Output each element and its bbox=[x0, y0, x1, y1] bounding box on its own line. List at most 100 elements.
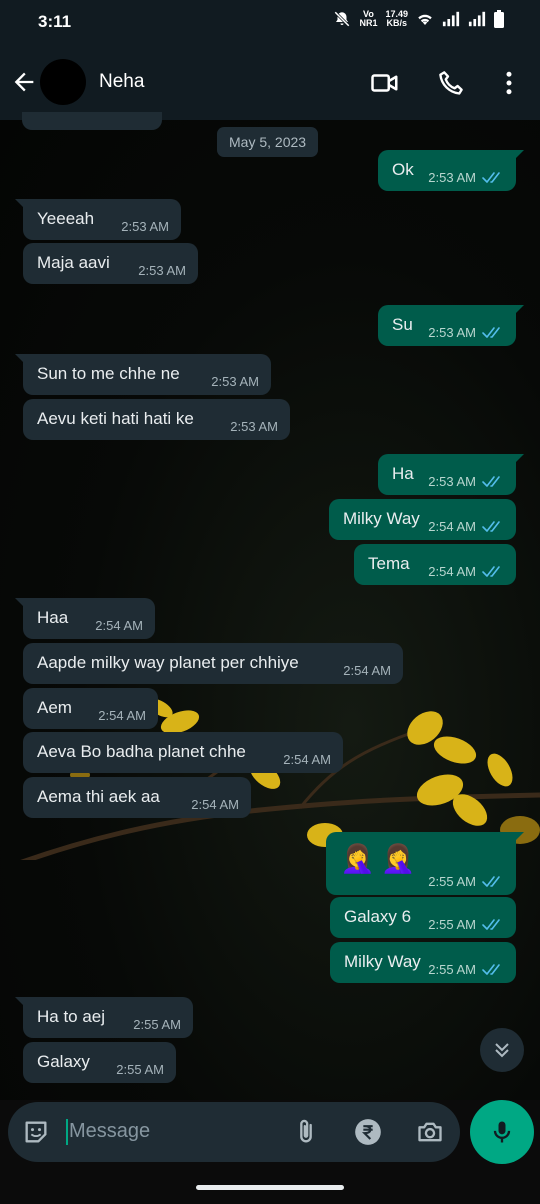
video-camera-icon[interactable] bbox=[370, 68, 400, 98]
contact-name[interactable]: Neha bbox=[99, 71, 144, 93]
outgoing-message[interactable]: Milky Way 2:54 AM bbox=[329, 499, 516, 540]
rupee-icon[interactable] bbox=[354, 1118, 382, 1146]
incoming-message[interactable]: Yeeeah 2:53 AM bbox=[15, 199, 181, 240]
double-check-icon bbox=[482, 919, 500, 930]
bubble-tail bbox=[15, 199, 27, 211]
speed-unit: KB/s bbox=[386, 18, 407, 28]
double-check-icon bbox=[482, 566, 500, 577]
scroll-to-bottom-button[interactable] bbox=[480, 1028, 524, 1072]
outgoing-message[interactable]: 🤦‍♀️🤦‍♀️ 2:55 AM bbox=[326, 832, 524, 895]
message-time: 2:53 AM bbox=[428, 474, 476, 489]
chat-header: Neha bbox=[0, 44, 540, 120]
message-time: 2:53 AM bbox=[138, 263, 186, 278]
incoming-message[interactable]: Aem 2:54 AM bbox=[23, 688, 158, 729]
avatar[interactable] bbox=[40, 59, 86, 105]
message-time: 2:55 AM bbox=[428, 962, 476, 977]
double-check-icon bbox=[482, 521, 500, 532]
outgoing-message[interactable]: Tema 2:54 AM bbox=[354, 544, 516, 585]
message-text: Aema thi aek aa bbox=[37, 787, 160, 806]
wifi-icon bbox=[418, 14, 432, 25]
message-time: 2:55 AM bbox=[133, 1017, 181, 1032]
voice-record-button[interactable] bbox=[470, 1100, 534, 1164]
message-text: Ha to aej bbox=[37, 1007, 106, 1026]
incoming-message[interactable]: Maja aavi 2:53 AM bbox=[23, 243, 198, 284]
message-text: Tema bbox=[368, 554, 410, 573]
arrow-left-icon[interactable] bbox=[10, 68, 38, 96]
incoming-message[interactable]: Aeva Bo badha planet chhe 2:54 AM bbox=[23, 732, 343, 773]
message-time: 2:54 AM bbox=[343, 663, 391, 678]
emoji-message-text: 🤦‍♀️🤦‍♀️ bbox=[340, 843, 422, 874]
outgoing-message[interactable]: Su 2:53 AM bbox=[378, 305, 524, 346]
bubble-tail bbox=[15, 997, 27, 1009]
message-text: Ha bbox=[392, 464, 414, 483]
message-text: Ok bbox=[392, 160, 414, 179]
signal-icon bbox=[442, 11, 460, 27]
phone-icon[interactable] bbox=[436, 68, 466, 98]
double-check-icon bbox=[482, 172, 500, 183]
double-check-icon bbox=[482, 476, 500, 487]
message-text: Su bbox=[392, 315, 413, 334]
status-bar: 3:11 Vo NR1 17.49 KB/s bbox=[0, 0, 540, 44]
message-time: 2:54 AM bbox=[428, 564, 476, 579]
camera-icon[interactable] bbox=[416, 1118, 444, 1146]
bubble-tail bbox=[512, 305, 524, 317]
message-text: Aevu keti hati hati ke bbox=[37, 409, 194, 428]
status-time: 3:11 bbox=[38, 12, 72, 31]
bubble-tail bbox=[15, 354, 27, 366]
message-time: 2:53 AM bbox=[230, 419, 278, 434]
message-composer: Message bbox=[8, 1102, 460, 1162]
bubble-tail bbox=[15, 598, 27, 610]
message-time: 2:53 AM bbox=[211, 374, 259, 389]
message-time: 2:55 AM bbox=[428, 917, 476, 932]
incoming-message[interactable]: Sun to me chhe ne 2:53 AM bbox=[15, 354, 271, 395]
bubble-tail bbox=[512, 150, 524, 162]
message-text: Maja aavi bbox=[37, 253, 110, 272]
outgoing-message[interactable]: Galaxy 6 2:55 AM bbox=[330, 897, 516, 938]
sticker-icon[interactable] bbox=[22, 1118, 50, 1146]
message-text: Galaxy bbox=[37, 1052, 90, 1071]
message-text: Galaxy 6 bbox=[344, 907, 412, 926]
network-label: Vo NR1 bbox=[359, 9, 378, 28]
message-text: Milky Way bbox=[343, 509, 420, 528]
message-time: 2:54 AM bbox=[428, 519, 476, 534]
mute-icon bbox=[334, 11, 351, 27]
message-text: Sun to me chhe ne bbox=[37, 364, 180, 383]
outgoing-message[interactable]: Ok 2:53 AM bbox=[378, 150, 524, 191]
message-time: 2:53 AM bbox=[428, 170, 476, 185]
incoming-message[interactable]: Aapde milky way planet per chhiye 2:54 AM bbox=[23, 643, 403, 684]
message-time: 2:54 AM bbox=[191, 797, 239, 812]
paperclip-icon[interactable] bbox=[292, 1118, 320, 1146]
message-text: Aeva Bo badha planet chhe bbox=[37, 742, 246, 761]
outgoing-message[interactable]: Ha 2:53 AM bbox=[378, 454, 524, 495]
message-text: Haa bbox=[37, 608, 69, 627]
bubble-tail bbox=[512, 832, 524, 844]
outgoing-message[interactable]: Milky Way 2:55 AM bbox=[330, 942, 516, 983]
message-time: 2:55 AM bbox=[428, 874, 476, 889]
mic-icon bbox=[493, 1121, 511, 1143]
gesture-nav-bar[interactable] bbox=[196, 1185, 344, 1190]
bubble-tail bbox=[512, 454, 524, 466]
more-vert-icon[interactable] bbox=[494, 68, 524, 98]
message-time: 2:53 AM bbox=[428, 325, 476, 340]
incoming-message[interactable]: Galaxy 2:55 AM bbox=[23, 1042, 176, 1083]
date-chip: May 5, 2023 bbox=[217, 127, 319, 157]
message-time: 2:54 AM bbox=[98, 708, 146, 723]
double-check-icon bbox=[482, 327, 500, 338]
battery-icon bbox=[494, 10, 504, 28]
message-text: Aapde milky way planet per chhiye bbox=[37, 653, 299, 672]
data-speed: 17.49 KB/s bbox=[385, 10, 408, 28]
incoming-message[interactable]: Aema thi aek aa 2:54 AM bbox=[23, 777, 251, 818]
status-icons: Vo NR1 17.49 KB/s bbox=[333, 10, 504, 28]
text-cursor bbox=[66, 1119, 68, 1145]
previous-message-bubble[interactable] bbox=[22, 112, 162, 130]
message-time: 2:54 AM bbox=[95, 618, 143, 633]
incoming-message[interactable]: Haa 2:54 AM bbox=[15, 598, 155, 639]
incoming-message[interactable]: Aevu keti hati hati ke 2:53 AM bbox=[23, 399, 290, 440]
message-time: 2:55 AM bbox=[116, 1062, 164, 1077]
double-check-icon bbox=[482, 964, 500, 975]
incoming-message[interactable]: Ha to aej 2:55 AM bbox=[15, 997, 193, 1038]
message-input[interactable]: Message bbox=[69, 1120, 150, 1143]
double-chevron-down-icon bbox=[495, 1043, 509, 1058]
message-text: Yeeeah bbox=[37, 209, 95, 228]
message-text: Milky Way bbox=[344, 952, 421, 971]
